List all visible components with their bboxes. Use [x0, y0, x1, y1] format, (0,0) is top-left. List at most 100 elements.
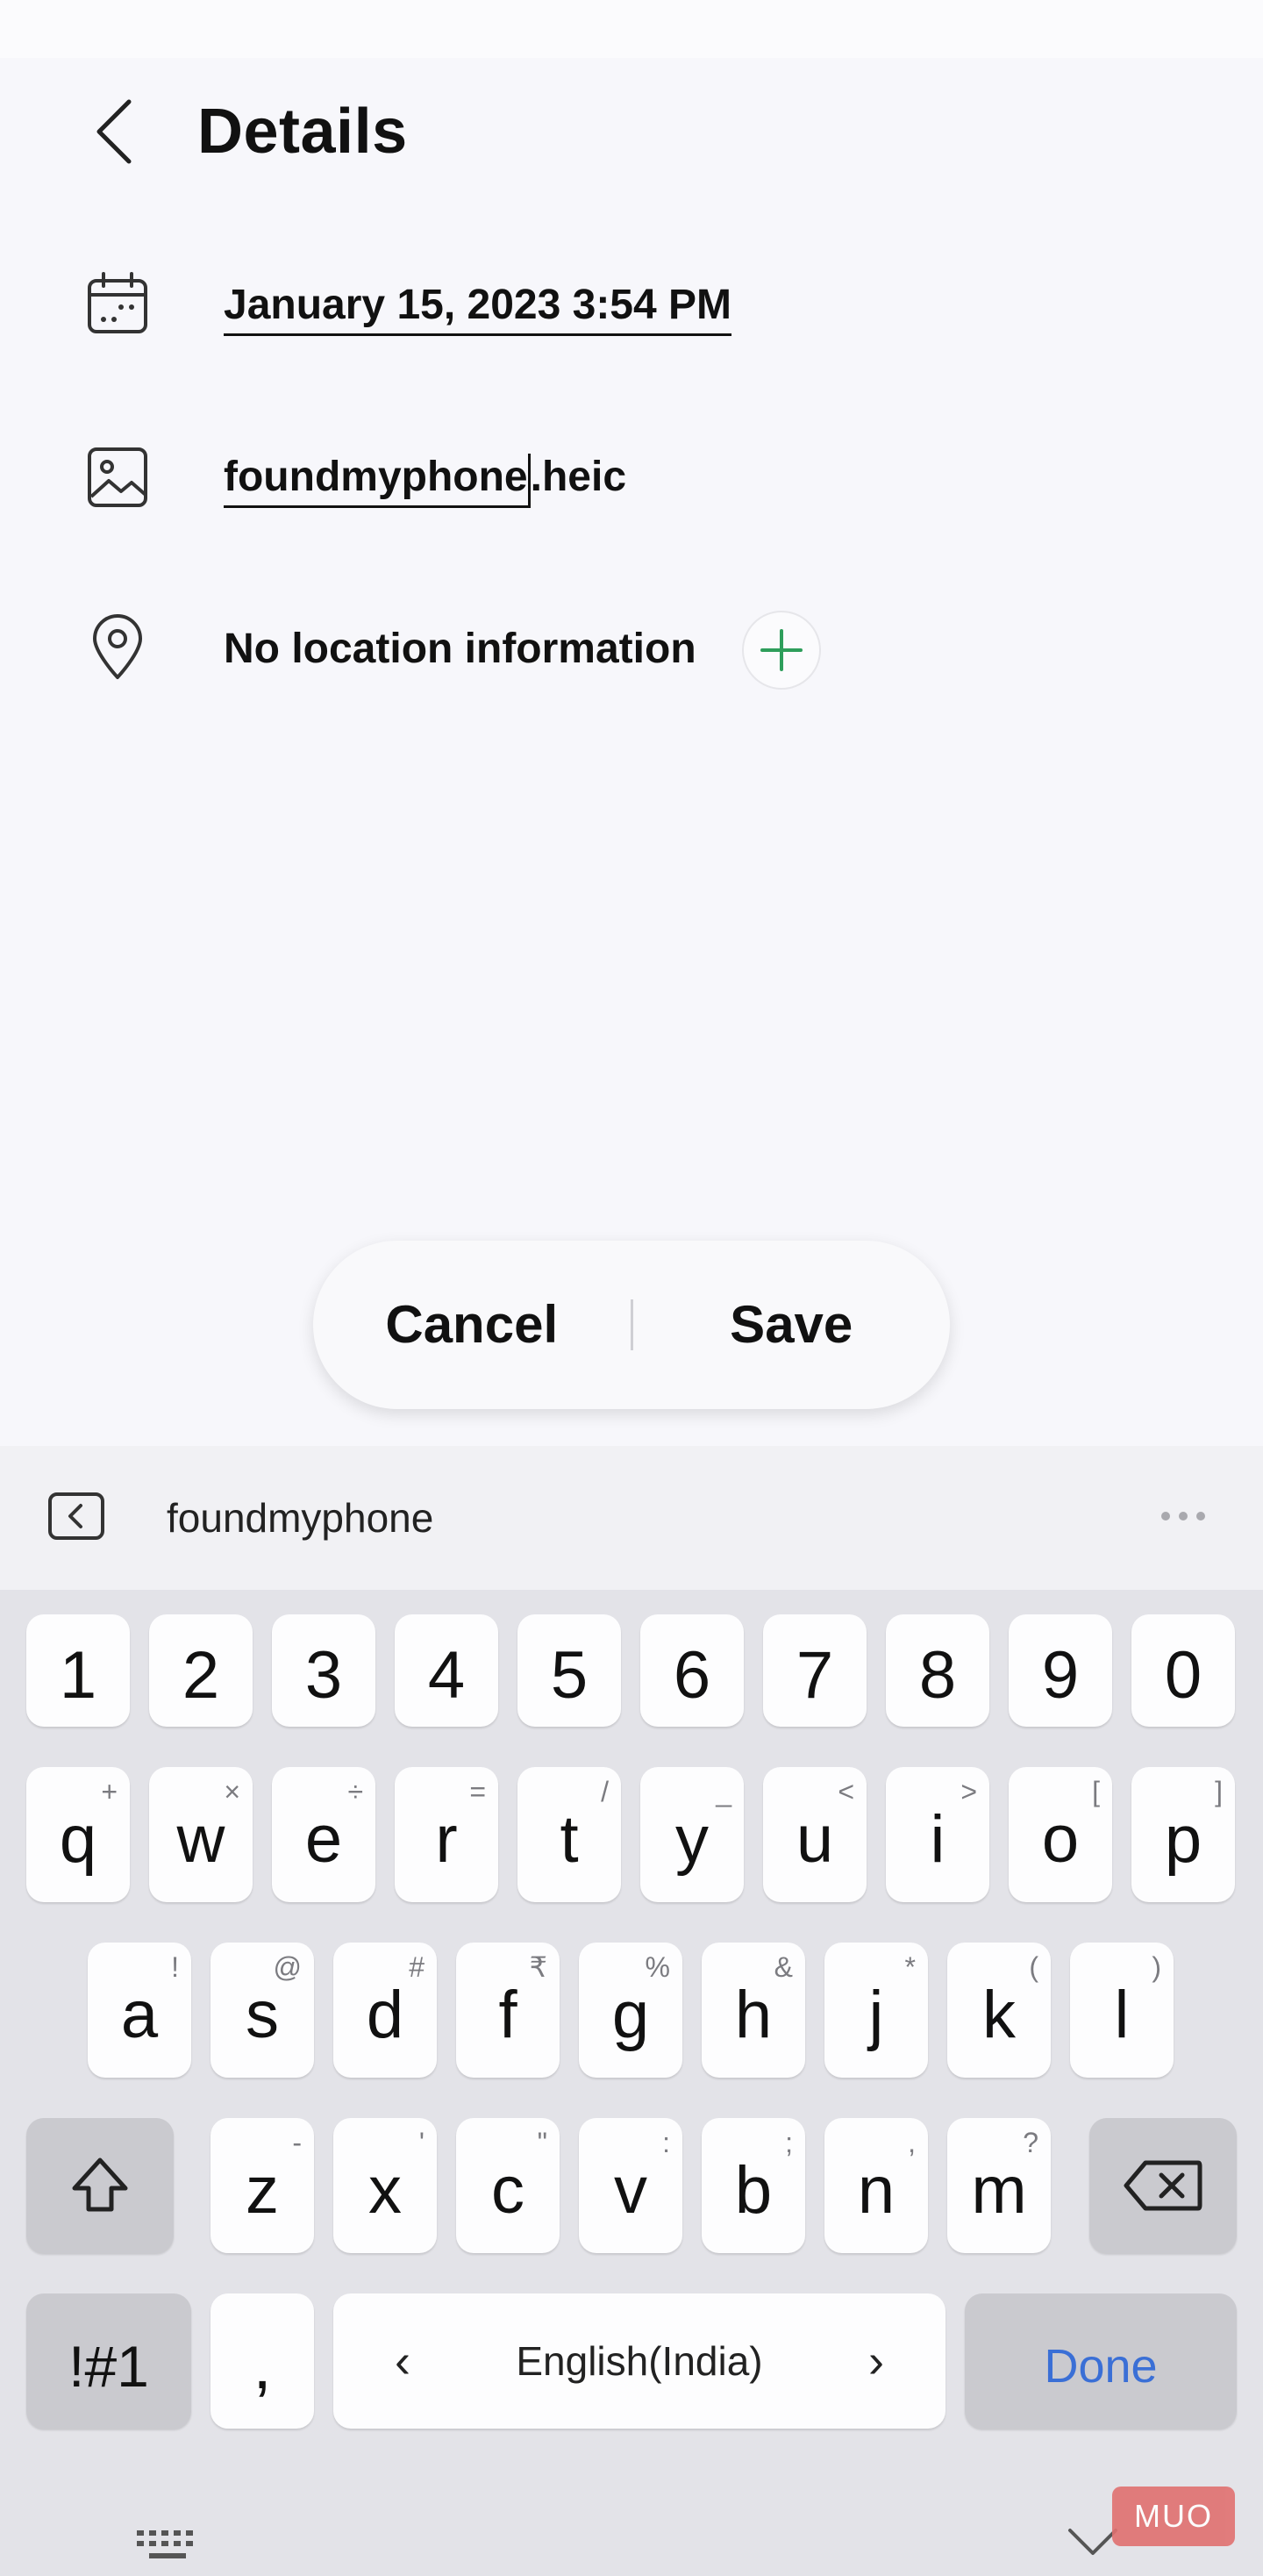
key-3[interactable]: 3 [272, 1614, 375, 1727]
shift-icon [72, 2157, 128, 2212]
comma-key[interactable]: , [210, 2293, 314, 2429]
key-8[interactable]: 8 [886, 1614, 989, 1727]
key-label: 0 [1164, 1638, 1202, 1713]
key-label: q [59, 1802, 97, 1877]
key-t[interactable]: t / [517, 1767, 621, 1902]
key-u[interactable]: u < [763, 1767, 867, 1902]
key-c[interactable]: c " [456, 2118, 560, 2253]
key-s[interactable]: s @ [210, 1943, 314, 2078]
shift-key[interactable] [26, 2118, 174, 2253]
key-label: i [930, 1802, 945, 1877]
key-secondary-label: % [645, 1951, 670, 1983]
language-prev-icon: ‹ [395, 2335, 410, 2387]
key-secondary-label: ÷ [347, 1776, 363, 1807]
key-0[interactable]: 0 [1131, 1614, 1235, 1727]
key-l[interactable]: l) [1070, 1943, 1174, 2078]
key-label: Done [1044, 2340, 1158, 2393]
key-label: j [868, 1978, 884, 2052]
key-f[interactable]: f ₹ [456, 1943, 560, 2078]
key-z[interactable]: z- [210, 2118, 314, 2253]
key-secondary-label: : [662, 2127, 670, 2158]
key-secondary-label: [ [1092, 1776, 1100, 1807]
filename-extension: .heic [530, 454, 627, 500]
symbols-key[interactable]: !#1 [26, 2293, 191, 2429]
key-i[interactable]: i > [886, 1767, 989, 1902]
key-label: l [1114, 1978, 1130, 2052]
key-7[interactable]: 7 [763, 1614, 867, 1727]
key-label: e [304, 1802, 343, 1877]
key-secondary-label: * [904, 1951, 916, 1983]
key-secondary-label: ( [1029, 1951, 1038, 1983]
key-label: x [368, 2153, 402, 2228]
key-a[interactable]: a! [88, 1943, 191, 2078]
key-q[interactable]: q + [26, 1767, 130, 1902]
key-label: v [614, 2153, 647, 2228]
key-secondary-label: # [409, 1951, 425, 1983]
date-field[interactable]: January 15, 2023 3:54 PM [224, 279, 732, 336]
key-label: 4 [427, 1638, 466, 1713]
key-label: k [982, 1978, 1016, 2052]
key-secondary-label: & [774, 1951, 793, 1983]
more-options-icon[interactable] [1161, 1507, 1214, 1525]
key-g[interactable]: g% [579, 1943, 682, 2078]
image-icon [88, 447, 147, 507]
key-m[interactable]: m? [947, 2118, 1051, 2253]
key-y[interactable]: y _ [640, 1767, 744, 1902]
space-bar[interactable]: ‹ › English(India) [333, 2293, 945, 2429]
key-9[interactable]: 9 [1009, 1614, 1112, 1727]
key-p[interactable]: p] [1131, 1767, 1235, 1902]
key-d[interactable]: d # [333, 1943, 437, 2078]
cancel-button[interactable]: Cancel [313, 1241, 631, 1409]
key-secondary-label: < [838, 1776, 854, 1807]
key-label: n [857, 2153, 896, 2228]
key-e[interactable]: e ÷ [272, 1767, 375, 1902]
key-secondary-label: , [908, 2127, 916, 2158]
key-k[interactable]: k( [947, 1943, 1051, 2078]
key-secondary-label: + [101, 1776, 118, 1807]
key-label: 2 [182, 1638, 220, 1713]
key-secondary-label: / [601, 1776, 609, 1807]
key-x[interactable]: x ' [333, 2118, 437, 2253]
date-value: January 15, 2023 3:54 PM [224, 282, 732, 336]
save-button[interactable]: Save [633, 1241, 951, 1409]
key-b[interactable]: b; [702, 2118, 805, 2253]
key-secondary-label: ? [1023, 2127, 1038, 2158]
key-label: 8 [918, 1638, 957, 1713]
key-label: z [246, 2153, 279, 2228]
plus-icon [760, 629, 803, 671]
key-4[interactable]: 4 [395, 1614, 498, 1727]
key-n[interactable]: n, [824, 2118, 928, 2253]
key-5[interactable]: 5 [517, 1614, 621, 1727]
key-v[interactable]: v: [579, 2118, 682, 2253]
key-1[interactable]: 1 [26, 1614, 130, 1727]
key-r[interactable]: r = [395, 1767, 498, 1902]
key-label: 5 [550, 1638, 589, 1713]
backspace-key[interactable] [1089, 2118, 1237, 2253]
key-label: b [734, 2153, 773, 2228]
back-button[interactable] [79, 86, 149, 177]
keyboard-switch-icon[interactable] [135, 2529, 200, 2564]
key-w[interactable]: w × [149, 1767, 253, 1902]
collapse-toolbar-icon[interactable] [47, 1492, 105, 1541]
key-h[interactable]: h & [702, 1943, 805, 2078]
suggestion-word[interactable]: foundmyphone [167, 1492, 433, 1544]
done-key[interactable]: Done [965, 2293, 1237, 2429]
key-label: c [491, 2153, 524, 2228]
key-label: , [253, 2329, 272, 2403]
add-location-button[interactable] [742, 611, 821, 690]
key-2[interactable]: 2 [149, 1614, 253, 1727]
key-secondary-label: _ [716, 1776, 731, 1807]
key-secondary-label: ' [418, 2127, 425, 2158]
key-secondary-label: ; [785, 2127, 793, 2158]
key-label: 9 [1041, 1638, 1080, 1713]
key-6[interactable]: 6 [640, 1614, 744, 1727]
key-label: s [246, 1978, 279, 2052]
key-secondary-label: > [960, 1776, 977, 1807]
language-next-icon: › [868, 2335, 884, 2387]
key-o[interactable]: o[ [1009, 1767, 1112, 1902]
page-title: Details [197, 97, 408, 167]
key-j[interactable]: j * [824, 1943, 928, 2078]
key-label: a [120, 1978, 159, 2052]
hide-keyboard-icon[interactable] [1067, 2518, 1119, 2562]
filename-input[interactable]: foundmyphone.heic [224, 451, 627, 508]
